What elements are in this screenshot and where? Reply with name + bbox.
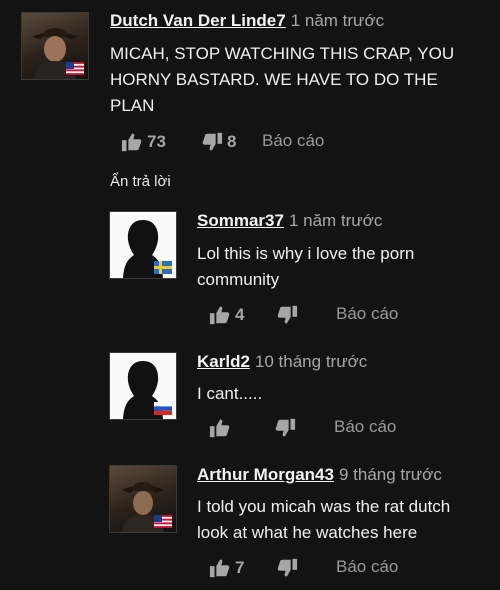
like-button[interactable] (209, 417, 231, 439)
like-button[interactable]: 7 (209, 557, 244, 579)
thumbs-up-icon (209, 304, 231, 326)
thumbs-down-icon (201, 131, 223, 153)
dislike-button[interactable]: 8 (201, 131, 236, 153)
comment-text: MICAH, STOP WATCHING THIS CRAP, YOU HORN… (110, 44, 455, 115)
thumbs-up-icon (121, 131, 143, 153)
timestamp: 9 tháng trước (338, 465, 442, 484)
author-name[interactable]: Karld2 (197, 352, 250, 371)
like-count: 7 (235, 558, 245, 577)
avatar[interactable] (21, 12, 89, 80)
author-name[interactable]: Dutch Van Der Linde7 (110, 11, 286, 30)
report-button[interactable]: Báo cáo (336, 557, 398, 577)
thumbs-up-icon (209, 557, 231, 579)
thumbs-down-icon (276, 304, 298, 326)
timestamp: 10 tháng trước (254, 352, 368, 371)
comment-actions: 73 8 Báo cáo (121, 131, 381, 155)
report-button[interactable]: Báo cáo (334, 417, 396, 437)
comment-text: Lol this is why i love the porn communit… (197, 244, 415, 289)
comment-actions: 7 Báo cáo (209, 557, 409, 581)
flag-ru-icon (154, 402, 172, 415)
dislike-count: 8 (227, 132, 237, 151)
dislike-button[interactable] (276, 304, 298, 326)
like-button[interactable]: 73 (121, 131, 166, 153)
author-name[interactable]: Sommar37 (197, 211, 284, 230)
reply-arthur: Arthur Morgan43 9 tháng trước I told you … (0, 455, 500, 590)
flag-us-icon (154, 515, 172, 528)
report-button[interactable]: Báo cáo (262, 131, 324, 151)
like-count: 73 (147, 132, 166, 151)
author-name[interactable]: Arthur Morgan43 (197, 465, 334, 484)
thumbs-down-icon (274, 417, 296, 439)
dislike-button[interactable] (276, 557, 298, 579)
timestamp: 1 năm trước (288, 211, 383, 230)
thumbs-up-icon (209, 417, 231, 439)
like-button[interactable]: 4 (209, 304, 244, 326)
avatar[interactable] (109, 352, 177, 420)
comment-text: I cant..... (197, 384, 263, 403)
flag-se-icon (154, 261, 172, 274)
dislike-button[interactable] (274, 417, 296, 439)
like-count: 4 (235, 305, 245, 324)
hide-replies-link[interactable]: Ẩn trả lời (110, 173, 171, 190)
reply-karld: Karld2 10 tháng trước I cant..... Báo cáo (0, 345, 500, 455)
reply-sommar: Sommar37 1 năm trước Lol this is why i lo… (0, 200, 500, 340)
comment-text: I told you micah was the rat dutch look … (197, 497, 451, 542)
comment-actions: 4 Báo cáo (209, 304, 409, 328)
report-button[interactable]: Báo cáo (336, 304, 398, 324)
avatar[interactable] (109, 211, 177, 279)
comment-actions: Báo cáo (209, 417, 409, 441)
thumbs-down-icon (276, 557, 298, 579)
comment-dutch: Dutch Van Der Linde7 1 năm trước MICAH, S… (0, 0, 500, 170)
flag-us-icon (66, 62, 84, 75)
avatar[interactable] (109, 465, 177, 533)
timestamp: 1 năm trước (290, 11, 385, 30)
